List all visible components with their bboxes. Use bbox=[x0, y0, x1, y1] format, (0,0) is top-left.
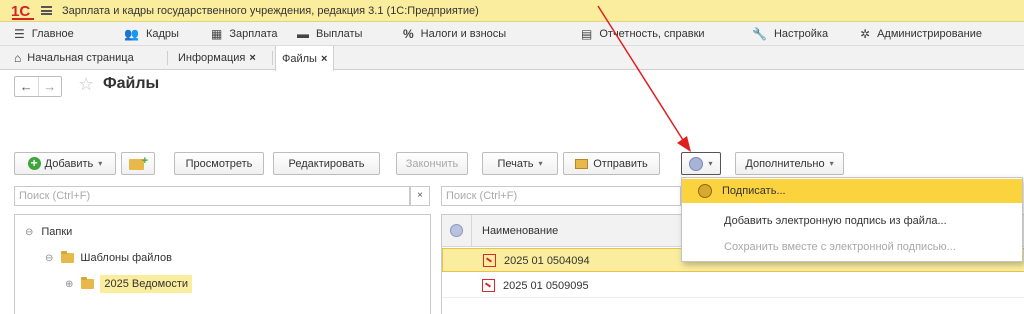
back-button[interactable]: ← bbox=[15, 77, 38, 96]
percent-icon: % bbox=[403, 27, 414, 41]
forward-button[interactable]: → bbox=[37, 77, 62, 96]
tree-item-folders[interactable]: ⊖ Папки bbox=[25, 221, 72, 243]
edit-button[interactable]: Редактировать bbox=[273, 152, 380, 175]
people-icon: 👥 bbox=[124, 27, 139, 41]
logo-underline bbox=[12, 18, 34, 20]
tree-item-statements[interactable]: ⊕ 2025 Ведомости bbox=[65, 273, 193, 295]
favorite-star-icon[interactable]: ☆ bbox=[78, 74, 94, 95]
folder-icon bbox=[81, 277, 95, 289]
signature-icon bbox=[698, 184, 712, 198]
folder-icon bbox=[61, 251, 75, 263]
expand-icon[interactable]: ⊕ bbox=[65, 279, 73, 290]
tab-bar: ⌂ Начальная страница Информация × Файлы × bbox=[0, 46, 1024, 71]
hamburger-icon: ☰ bbox=[14, 27, 25, 41]
menu-item-salary[interactable]: ▦ Зарплата bbox=[211, 26, 278, 42]
close-icon[interactable]: × bbox=[321, 53, 327, 65]
files-search-input[interactable]: Поиск (Ctrl+F) bbox=[441, 186, 681, 206]
wrench-icon: 🔧 bbox=[752, 27, 767, 41]
column-name-header[interactable]: Наименование bbox=[482, 225, 558, 237]
chevron-down-icon: ▾ bbox=[708, 159, 713, 168]
tab-files[interactable]: Файлы × bbox=[275, 46, 335, 71]
menu-item-hr[interactable]: 👥 Кадры bbox=[124, 26, 179, 42]
tab-home[interactable]: ⌂ Начальная страница bbox=[8, 46, 140, 70]
home-icon: ⌂ bbox=[14, 51, 22, 65]
close-icon[interactable]: × bbox=[249, 52, 255, 64]
print-button[interactable]: Печать ▾ bbox=[482, 152, 558, 175]
signature-icon bbox=[689, 156, 704, 171]
envelope-icon bbox=[575, 158, 589, 169]
menu-item-reports[interactable]: ▤ Отчетность, справки bbox=[581, 26, 705, 42]
menu-item-main[interactable]: ☰ Главное bbox=[14, 26, 74, 42]
menu-item-payments[interactable]: ▬ Выплаты bbox=[297, 26, 362, 42]
gear-icon: ✲ bbox=[860, 27, 871, 41]
table-row[interactable]: 2025 01 0509095 bbox=[442, 274, 1024, 298]
folders-search-input[interactable]: Поиск (Ctrl+F) bbox=[14, 186, 410, 206]
add-button[interactable]: + Добавить ▾ bbox=[14, 152, 116, 175]
chevron-down-icon: ▾ bbox=[98, 159, 103, 168]
pdf-icon bbox=[482, 279, 495, 292]
section-menu: ☰ Главное 👥 Кадры ▦ Зарплата ▬ Выплаты % Нало… bbox=[0, 22, 1024, 46]
digital-signature-button[interactable]: ▾ bbox=[681, 152, 721, 175]
menu-item-add-signature-from-file[interactable]: Добавить электронную подпись из файла... bbox=[682, 209, 1022, 233]
collapse-icon[interactable]: ⊖ bbox=[25, 227, 33, 238]
folder-tree: ⊖ Папки ⊖ Шаблоны файлов ⊕ 2025 Ведомост… bbox=[14, 214, 431, 314]
app-title: Зарплата и кадры государственного учрежд… bbox=[62, 5, 479, 17]
signature-column-icon bbox=[450, 224, 463, 237]
title-bar: 1С Зарплата и кадры государственного учр… bbox=[0, 0, 1024, 22]
menu-item-admin[interactable]: ✲ Администрирование bbox=[860, 26, 982, 42]
main-menu-icon[interactable] bbox=[41, 6, 52, 15]
add-folder-button[interactable]: + bbox=[121, 152, 155, 175]
view-button[interactable]: Просмотреть bbox=[174, 152, 264, 175]
page-title: Файлы bbox=[103, 75, 160, 92]
column-divider bbox=[471, 215, 472, 247]
tab-information[interactable]: Информация × bbox=[172, 46, 262, 70]
pdf-icon bbox=[483, 254, 496, 267]
more-button[interactable]: Дополнительно ▾ bbox=[735, 152, 844, 175]
tree-item-templates[interactable]: ⊖ Шаблоны файлов bbox=[45, 247, 172, 269]
history-nav: ← → bbox=[14, 76, 62, 97]
money-icon: ▬ bbox=[297, 27, 309, 41]
menu-item-taxes[interactable]: % Налоги и взносы bbox=[403, 26, 506, 42]
report-icon: ▤ bbox=[581, 27, 593, 41]
chevron-down-icon: ▾ bbox=[538, 159, 543, 168]
menu-item-save-with-signature[interactable]: Сохранить вместе с электронной подписью.… bbox=[682, 235, 1022, 259]
calculator-icon: ▦ bbox=[211, 27, 223, 41]
tab-divider bbox=[272, 51, 273, 65]
collapse-icon[interactable]: ⊖ bbox=[45, 253, 53, 264]
folder-add-icon: + bbox=[129, 155, 148, 170]
add-icon: + bbox=[27, 157, 41, 170]
send-button[interactable]: Отправить bbox=[563, 152, 660, 175]
menu-item-sign[interactable]: Подписать... bbox=[682, 179, 1022, 203]
tab-divider bbox=[167, 51, 168, 65]
chevron-down-icon: ▾ bbox=[829, 159, 834, 168]
menu-item-settings[interactable]: 🔧 Настройка bbox=[752, 26, 828, 42]
finish-button[interactable]: Закончить bbox=[396, 152, 468, 175]
signature-dropdown-menu: Подписать... Добавить электронную подпис… bbox=[681, 177, 1023, 262]
clear-search-button[interactable]: × bbox=[410, 186, 430, 206]
